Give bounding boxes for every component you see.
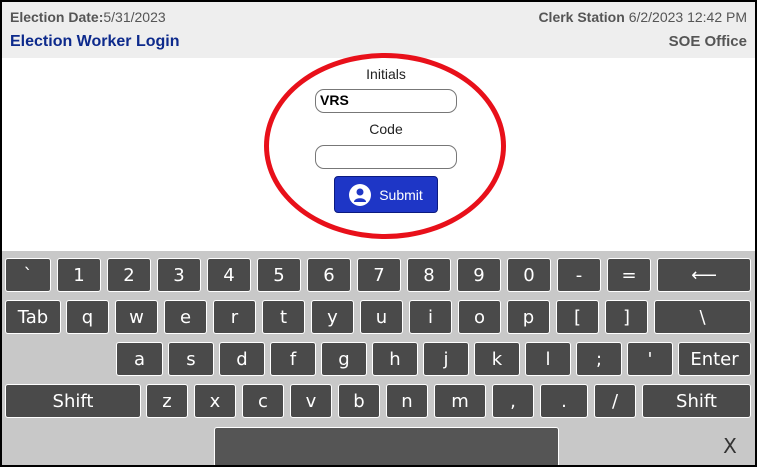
key-5[interactable]: 5: [257, 258, 301, 292]
submit-label: Submit: [379, 186, 423, 203]
key-g[interactable]: g: [321, 342, 367, 376]
initials-label: Initials: [366, 66, 406, 82]
submit-button[interactable]: Submit: [334, 176, 438, 213]
key-v[interactable]: v: [290, 384, 332, 418]
key-q[interactable]: q: [66, 300, 109, 334]
key-backtick[interactable]: `: [5, 258, 51, 292]
key-right-bracket[interactable]: ]: [605, 300, 648, 334]
key-a[interactable]: a: [116, 342, 163, 376]
keyboard-close-button[interactable]: X: [712, 431, 748, 461]
key-period[interactable]: .: [540, 384, 588, 418]
key-equals[interactable]: =: [607, 258, 651, 292]
key-9[interactable]: 9: [457, 258, 501, 292]
key-enter[interactable]: Enter: [678, 342, 751, 376]
key-shift-left[interactable]: Shift: [5, 384, 141, 418]
key-m[interactable]: m: [434, 384, 486, 418]
key-o[interactable]: o: [458, 300, 501, 334]
key-r[interactable]: r: [213, 300, 256, 334]
key-b[interactable]: b: [338, 384, 380, 418]
key-y[interactable]: y: [311, 300, 354, 334]
key-x[interactable]: x: [194, 384, 236, 418]
key-f[interactable]: f: [270, 342, 316, 376]
key-n[interactable]: n: [386, 384, 428, 418]
key-t[interactable]: t: [262, 300, 305, 334]
login-screen: Election Date:5/31/2023 Election Worker …: [0, 0, 757, 467]
code-label: Code: [369, 121, 403, 137]
key-4[interactable]: 4: [207, 258, 251, 292]
initials-field[interactable]: VRS: [315, 89, 457, 113]
key-comma[interactable]: ,: [492, 384, 534, 418]
on-screen-keyboard: ` 1 2 3 4 5 6 7 8 9 0 - = ⟵ Tab q w e r …: [2, 251, 755, 465]
election-date-value: 5/31/2023: [103, 9, 166, 25]
key-j[interactable]: j: [423, 342, 469, 376]
station-datetime: 6/2/2023 12:42 PM: [628, 9, 747, 25]
key-8[interactable]: 8: [407, 258, 451, 292]
key-u[interactable]: u: [360, 300, 403, 334]
key-2[interactable]: 2: [107, 258, 151, 292]
code-field[interactable]: [315, 145, 457, 169]
key-left-bracket[interactable]: [: [556, 300, 599, 334]
station-label: Clerk Station: [538, 9, 625, 25]
key-7[interactable]: 7: [357, 258, 401, 292]
key-h[interactable]: h: [372, 342, 418, 376]
election-date-label: Election Date:: [10, 9, 104, 25]
key-slash[interactable]: /: [594, 384, 636, 418]
key-tab[interactable]: Tab: [5, 300, 61, 334]
screen-title: Election Worker Login: [10, 33, 180, 50]
office-label: SOE Office: [668, 33, 747, 50]
key-backslash[interactable]: \: [654, 300, 751, 334]
key-d[interactable]: d: [219, 342, 265, 376]
key-minus[interactable]: -: [557, 258, 601, 292]
station-info: Clerk Station 6/2/2023 12:42 PM: [538, 9, 747, 25]
key-k[interactable]: k: [474, 342, 520, 376]
key-0[interactable]: 0: [507, 258, 551, 292]
key-i[interactable]: i: [409, 300, 452, 334]
user-icon: [349, 183, 372, 206]
election-date: Election Date:5/31/2023: [10, 9, 166, 25]
key-w[interactable]: w: [115, 300, 158, 334]
key-space[interactable]: [214, 427, 559, 465]
key-quote[interactable]: ': [627, 342, 673, 376]
key-shift-right[interactable]: Shift: [642, 384, 751, 418]
key-c[interactable]: c: [242, 384, 284, 418]
key-l[interactable]: l: [525, 342, 571, 376]
key-6[interactable]: 6: [307, 258, 351, 292]
key-3[interactable]: 3: [157, 258, 201, 292]
key-e[interactable]: e: [164, 300, 207, 334]
key-z[interactable]: z: [146, 384, 188, 418]
key-semicolon[interactable]: ;: [576, 342, 622, 376]
key-1[interactable]: 1: [57, 258, 101, 292]
key-backspace[interactable]: ⟵: [657, 258, 751, 292]
key-s[interactable]: s: [168, 342, 214, 376]
key-p[interactable]: p: [507, 300, 550, 334]
header-bar: Election Date:5/31/2023 Election Worker …: [2, 2, 755, 58]
